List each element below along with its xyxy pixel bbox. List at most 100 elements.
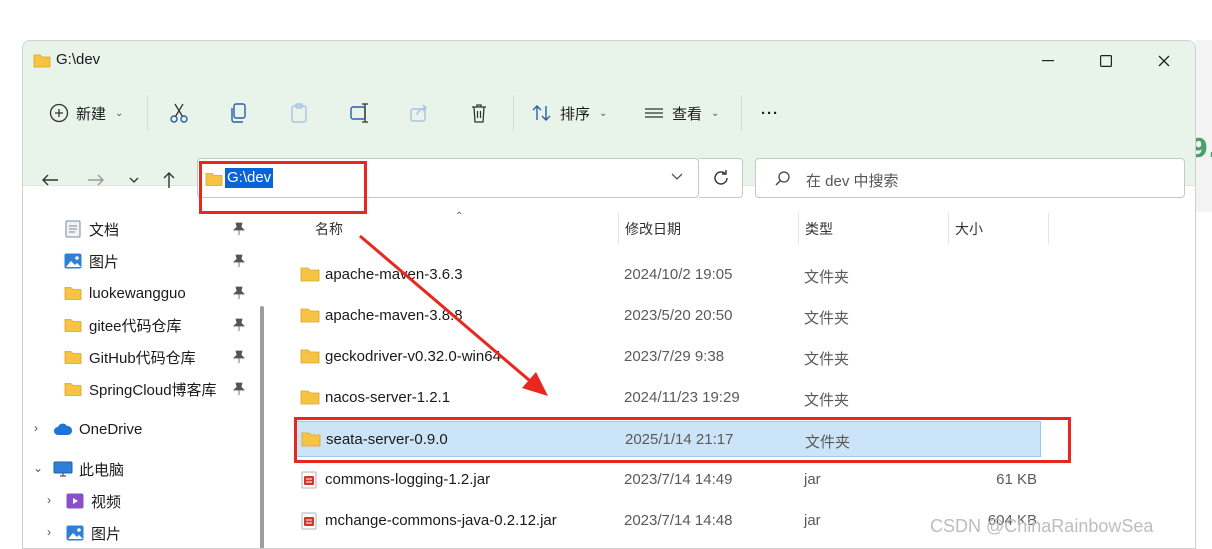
jar-file-icon: [300, 512, 318, 534]
picture-icon: [65, 524, 85, 542]
pin-icon: [233, 318, 245, 336]
maximize-button[interactable]: [1077, 41, 1135, 81]
folder-icon: [300, 389, 320, 409]
video-icon: [65, 492, 85, 510]
minimize-icon: [1042, 60, 1054, 62]
sidebar-item-label: SpringCloud博客库: [89, 381, 217, 399]
sidebar-item-documents[interactable]: 文档: [63, 214, 245, 244]
new-button[interactable]: 新建 ⌄: [49, 93, 123, 133]
search-placeholder: 在 dev 中搜索: [806, 173, 899, 190]
sidebar-item-videos[interactable]: 视频: [65, 486, 121, 516]
sidebar-item-springcloud[interactable]: SpringCloud博客库: [63, 374, 245, 404]
arrow-left-icon: [42, 174, 58, 186]
file-row[interactable]: geckodriver-v0.32.0-win64 2023/7/29 9:38 文…: [296, 339, 1041, 375]
address-dropdown-button[interactable]: [670, 169, 684, 188]
document-icon: [63, 220, 83, 238]
computer-icon: [53, 460, 73, 478]
toolbar-divider: [741, 95, 742, 131]
delete-button[interactable]: [469, 93, 489, 133]
sidebar-item-github[interactable]: GitHub代码仓库: [63, 342, 245, 372]
chevron-down-icon: ⌄: [711, 107, 720, 119]
sidebar-item-this-pc[interactable]: 此电脑: [53, 454, 124, 484]
file-row[interactable]: apache-maven-3.6.3 2024/10/2 19:05 文件夹: [296, 257, 1041, 293]
arrow-right-icon: [88, 174, 104, 186]
file-row[interactable]: apache-maven-3.8.8 2023/5/20 20:50 文件夹: [296, 298, 1041, 334]
view-list-icon: [645, 108, 663, 118]
sidebar-item-luokewangguo[interactable]: luokewangguo: [63, 278, 245, 308]
pin-icon: [233, 254, 245, 272]
sidebar-scrollbar[interactable]: [260, 306, 264, 548]
sidebar-item-pictures[interactable]: 图片: [63, 246, 245, 276]
more-options-button[interactable]: ···: [761, 93, 779, 133]
sidebar-item-label: luokewangguo: [89, 284, 186, 302]
chevron-down-icon: ⌄: [599, 107, 608, 119]
column-label: 类型: [805, 220, 833, 237]
file-type: jar: [804, 471, 821, 488]
folder-icon: [300, 307, 320, 327]
folder-icon: [63, 348, 83, 366]
file-row[interactable]: nacos-server-1.2.1 2024/11/23 19:29 文件夹: [296, 380, 1041, 416]
folder-icon: [300, 266, 320, 286]
sort-label: 排序: [560, 105, 591, 123]
folder-icon: [63, 316, 83, 334]
sidebar-item-gitee[interactable]: gitee代码仓库: [63, 310, 245, 340]
back-button[interactable]: [35, 165, 65, 195]
share-button[interactable]: [409, 93, 429, 133]
trash-icon: [472, 104, 486, 123]
sidebar-item-pc-pictures[interactable]: 图片: [65, 518, 121, 548]
sidebar-item-label: 此电脑: [79, 461, 125, 479]
file-date: 2023/7/14 14:48: [624, 512, 733, 529]
chevron-right-icon[interactable]: ›: [47, 493, 51, 507]
more-icon: ···: [761, 104, 779, 122]
up-button[interactable]: [154, 165, 184, 195]
copy-icon: [231, 103, 246, 123]
search-icon: [774, 170, 792, 193]
cloud-icon: [53, 420, 73, 438]
chevron-right-icon[interactable]: ›: [34, 421, 38, 435]
column-header-date[interactable]: 修改日期: [625, 211, 681, 246]
watermark: CSDN @ChinaRainbowSea: [930, 516, 1154, 536]
sidebar-item-onedrive[interactable]: OneDrive: [53, 414, 142, 444]
folder-icon: [33, 53, 51, 73]
column-header-size[interactable]: 大小: [955, 211, 983, 246]
refresh-button[interactable]: [699, 158, 743, 198]
column-header-name[interactable]: 名称: [315, 211, 343, 246]
paste-button[interactable]: [289, 93, 309, 133]
column-label: 大小: [955, 220, 983, 237]
file-date: 2023/5/20 20:50: [624, 307, 733, 324]
chevron-down-icon[interactable]: ⌄: [33, 461, 43, 475]
file-type: 文件夹: [804, 351, 850, 368]
forward-button[interactable]: [81, 165, 111, 195]
sidebar-item-label: gitee代码仓库: [89, 317, 182, 335]
copy-button[interactable]: [229, 93, 249, 133]
chevron-right-icon[interactable]: ›: [47, 525, 51, 539]
close-button[interactable]: [1135, 41, 1193, 81]
maximize-icon: [1100, 55, 1112, 67]
picture-icon: [63, 252, 83, 270]
minimize-button[interactable]: [1019, 41, 1077, 81]
rename-button[interactable]: [349, 93, 371, 133]
column-header-type[interactable]: 类型: [805, 211, 833, 246]
file-date: 2024/10/2 19:05: [624, 266, 733, 283]
background-top: [0, 0, 1212, 40]
column-divider[interactable]: [948, 213, 949, 244]
folder-icon: [63, 380, 83, 398]
cut-button[interactable]: [169, 93, 189, 133]
plus-circle-icon: [49, 103, 69, 123]
search-box[interactable]: 在 dev 中搜索: [755, 158, 1185, 198]
column-divider[interactable]: [798, 213, 799, 244]
column-divider[interactable]: [1048, 213, 1049, 244]
recent-locations-button[interactable]: [119, 165, 149, 195]
file-name: nacos-server-1.2.1: [325, 389, 451, 406]
file-type: 文件夹: [804, 269, 850, 286]
column-divider[interactable]: [618, 213, 619, 244]
view-button[interactable]: 查看 ⌄: [643, 93, 719, 133]
column-label: 名称: [315, 220, 343, 237]
chevron-down-icon: ⌄: [115, 107, 124, 119]
file-row[interactable]: commons-logging-1.2.jar 2023/7/14 14:49 ja…: [296, 462, 1041, 498]
toolbar-divider: [147, 95, 148, 131]
sort-button[interactable]: 排序 ⌄: [531, 93, 607, 133]
rename-icon: [350, 103, 368, 123]
column-label: 修改日期: [625, 220, 681, 237]
file-name: commons-logging-1.2.jar: [325, 471, 491, 488]
